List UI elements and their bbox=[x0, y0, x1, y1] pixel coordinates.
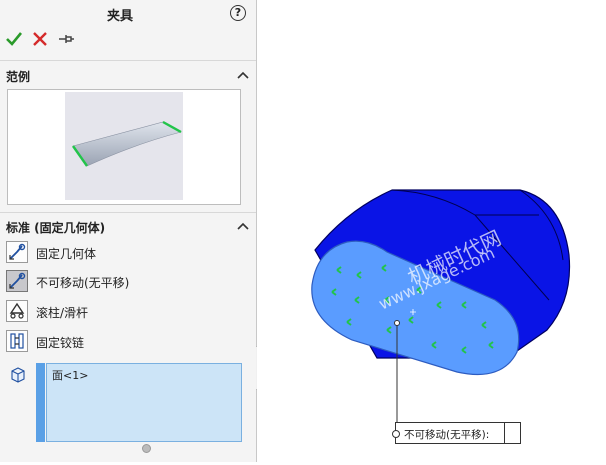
callout-dot-icon bbox=[392, 430, 400, 438]
face-cube-icon bbox=[11, 367, 25, 383]
divider bbox=[0, 60, 256, 61]
ok-check-icon[interactable] bbox=[5, 30, 23, 48]
cancel-x-icon[interactable] bbox=[31, 30, 49, 48]
immovable-icon bbox=[6, 270, 28, 292]
fixed-geometry-icon bbox=[6, 241, 28, 263]
pushpin-icon[interactable] bbox=[57, 30, 75, 48]
roller-slider-icon bbox=[6, 300, 28, 322]
selection-list-indicator bbox=[36, 363, 45, 442]
chevron-up-icon[interactable] bbox=[237, 221, 249, 231]
option-label: 滚柱/滑杆 bbox=[36, 306, 89, 320]
curved-plate-preview-icon bbox=[72, 120, 182, 167]
option-label: 固定铰链 bbox=[36, 336, 85, 350]
example-section-header[interactable]: 范例 bbox=[6, 68, 30, 85]
option-fixed-geometry[interactable]: 固定几何体 bbox=[6, 241, 246, 265]
selection-list[interactable]: 面<1> bbox=[46, 363, 242, 442]
divider bbox=[0, 212, 256, 213]
panel-title: 夹具 bbox=[106, 9, 133, 24]
option-label: 不可移动(无平移) bbox=[36, 276, 130, 290]
preview-background bbox=[65, 92, 183, 200]
standard-section-header[interactable]: 标准 (固定几何体) bbox=[6, 219, 105, 236]
property-manager-panel: 夹具 ? 范例 标准 (固定几何体) 固定几何体 不可移动(无平移) 滚柱/滑杆… bbox=[0, 0, 257, 462]
fixture-callout[interactable]: 不可移动(无平移): bbox=[392, 422, 521, 444]
help-icon[interactable]: ? bbox=[230, 5, 246, 21]
option-immovable[interactable]: 不可移动(无平移) bbox=[6, 270, 246, 294]
callout-separator bbox=[504, 423, 505, 443]
option-label: 固定几何体 bbox=[36, 247, 97, 261]
callout-label: 不可移动(无平移): bbox=[404, 429, 490, 441]
option-fixed-hinge[interactable]: 固定铰链 bbox=[6, 330, 246, 354]
graphics-viewport[interactable]: 机械时代网 www.jxage.com bbox=[257, 0, 606, 462]
resize-grip-icon[interactable] bbox=[142, 444, 151, 453]
option-roller-slider[interactable]: 滚柱/滑杆 bbox=[6, 300, 246, 324]
example-preview bbox=[7, 89, 241, 205]
leader-anchor bbox=[394, 320, 400, 326]
model-view[interactable]: 机械时代网 www.jxage.com bbox=[257, 0, 606, 462]
chevron-up-icon[interactable] bbox=[237, 70, 249, 80]
list-item[interactable]: 面<1> bbox=[52, 367, 88, 383]
fixed-hinge-icon bbox=[6, 330, 28, 352]
